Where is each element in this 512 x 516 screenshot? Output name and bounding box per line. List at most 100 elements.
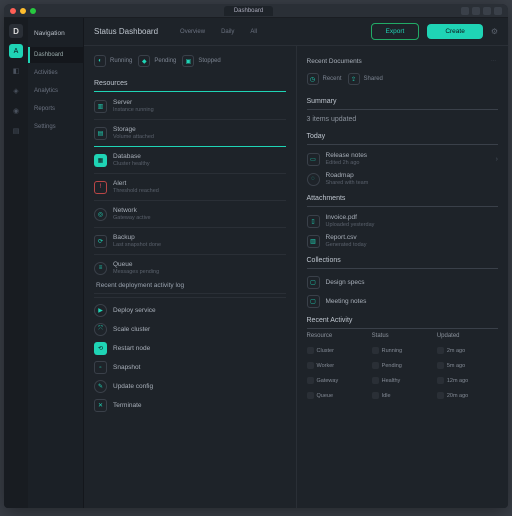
folder-icon: ▢: [307, 295, 320, 308]
action-item[interactable]: ✕Terminate: [94, 396, 286, 415]
topbar: Status Dashboard Overview Daily All Expo…: [84, 18, 508, 46]
play-icon: ▶: [94, 304, 107, 317]
sidebar-item[interactable]: Analytics: [28, 83, 83, 99]
time-icon: [437, 362, 444, 369]
table-cell[interactable]: Gateway: [307, 375, 368, 386]
share-icon: ⇪: [348, 73, 360, 85]
table-cell: Idle: [372, 390, 433, 401]
group-header: Today: [307, 127, 499, 145]
database-icon: ▦: [94, 154, 107, 167]
extension-icon[interactable]: [472, 7, 480, 15]
network-icon: ◎: [94, 208, 107, 221]
status-chip[interactable]: ◆Pending: [138, 54, 176, 68]
doc-icon: ◌: [307, 173, 320, 186]
doc-icon: ▭: [307, 153, 320, 166]
table-cell[interactable]: Queue: [307, 390, 368, 401]
doc-item[interactable]: ▭Release notesEdited 2h ago›: [307, 149, 499, 169]
resource-icon: [307, 392, 314, 399]
resource-icon: [307, 347, 314, 354]
doc-item[interactable]: ◌RoadmapShared with team: [307, 169, 499, 189]
status-icon: [372, 347, 379, 354]
time-icon: [437, 392, 444, 399]
status-icon: [372, 392, 379, 399]
backup-icon: ⟳: [94, 235, 107, 248]
filter-chip[interactable]: ◷Recent: [307, 72, 342, 86]
storage-icon: ▤: [94, 127, 107, 140]
filter-pill[interactable]: Overview: [174, 27, 211, 37]
extension-icon[interactable]: [461, 7, 469, 15]
resource-icon: [307, 377, 314, 384]
list-item[interactable]: ▤StorageVolume attached: [94, 123, 286, 143]
window-titlebar: Dashboard: [4, 4, 508, 18]
table-cell[interactable]: Worker: [307, 360, 368, 371]
file-icon: ▥: [307, 235, 320, 248]
list-item[interactable]: !AlertThreshold reached: [94, 177, 286, 197]
close-window-icon[interactable]: [10, 8, 16, 14]
browser-tab[interactable]: Dashboard: [224, 6, 273, 16]
panel-title: Recent Documents: [307, 58, 362, 65]
action-item[interactable]: ▫Snapshot: [94, 358, 286, 377]
snapshot-icon: ▫: [94, 361, 107, 374]
col-header: Status: [372, 333, 433, 341]
scale-icon: ⤧: [94, 323, 107, 336]
rail-item[interactable]: ▤: [9, 124, 23, 138]
filter-pill[interactable]: All: [244, 27, 263, 37]
sidebar-item[interactable]: Reports: [28, 101, 83, 117]
collection-item[interactable]: ▢Design specs: [307, 273, 499, 292]
export-button[interactable]: Export: [371, 23, 420, 40]
app-logo[interactable]: D: [9, 24, 23, 38]
terminate-icon: ✕: [94, 399, 107, 412]
summary-line: 3 items updated: [307, 114, 499, 127]
status-chip[interactable]: ▣Stopped: [182, 54, 220, 68]
list-item[interactable]: ≡QueueMessages pending: [94, 258, 286, 278]
extension-icon[interactable]: [483, 7, 491, 15]
resource-icon: [307, 362, 314, 369]
group-header: Summary: [307, 92, 499, 110]
col-header: Updated: [437, 333, 498, 341]
create-button[interactable]: Create: [427, 24, 483, 39]
rail-item[interactable]: ◈: [9, 84, 23, 98]
file-item[interactable]: ▥Report.csvGenerated today: [307, 231, 499, 251]
window-controls[interactable]: [10, 8, 36, 14]
nav-rail: D A ◧ ◈ ◉ ▤: [4, 18, 28, 508]
more-icon[interactable]: ⋯: [491, 54, 498, 68]
config-icon: ✎: [94, 380, 107, 393]
sidebar-item[interactable]: Settings: [28, 119, 83, 135]
status-chip[interactable]: ◐Running: [94, 54, 132, 68]
action-item[interactable]: ⤧Scale cluster: [94, 320, 286, 339]
rail-item[interactable]: ◉: [9, 104, 23, 118]
file-item[interactable]: ▯Invoice.pdfUploaded yesterday: [307, 211, 499, 231]
table-cell[interactable]: Cluster: [307, 345, 368, 356]
action-item[interactable]: ✎Update config: [94, 377, 286, 396]
collection-item[interactable]: ▢Meeting notes: [307, 292, 499, 311]
list-item[interactable]: ⟳BackupLast snapshot done: [94, 231, 286, 251]
status-icon: [372, 362, 379, 369]
list-item[interactable]: ▦DatabaseCluster healthy: [94, 150, 286, 170]
section-header: Resources: [94, 74, 286, 92]
action-item[interactable]: ⟲Restart node: [94, 339, 286, 358]
gear-icon[interactable]: ⚙: [491, 27, 498, 36]
sidebar-title: Navigation: [28, 26, 83, 45]
list-item[interactable]: ◎NetworkGateway active: [94, 204, 286, 224]
menu-icon[interactable]: [494, 7, 502, 15]
action-item[interactable]: ▶Deploy service: [94, 301, 286, 320]
server-icon: ▥: [94, 100, 107, 113]
rail-item-home[interactable]: A: [9, 44, 23, 58]
sidebar-item[interactable]: Activities: [28, 65, 83, 81]
minimize-window-icon[interactable]: [20, 8, 26, 14]
sidebar: Navigation Dashboard Activities Analytic…: [28, 18, 84, 508]
table-cell: 2m ago: [437, 345, 498, 356]
rail-item[interactable]: ◧: [9, 64, 23, 78]
status-icon: [372, 377, 379, 384]
table-cell: 12m ago: [437, 375, 498, 386]
col-header: Resource: [307, 333, 368, 341]
time-icon: [437, 377, 444, 384]
chevron-right-icon: ›: [496, 156, 498, 163]
activity-table: Resource Status Updated Cluster Running …: [307, 333, 499, 401]
list-item[interactable]: ▥ServerInstance running: [94, 96, 286, 116]
filter-chip[interactable]: ⇪Shared: [348, 72, 383, 86]
activity-log-line: Recent deployment activity log: [94, 278, 286, 294]
sidebar-item[interactable]: Dashboard: [28, 47, 83, 63]
filter-pill[interactable]: Daily: [215, 27, 240, 37]
queue-icon: ≡: [94, 262, 107, 275]
